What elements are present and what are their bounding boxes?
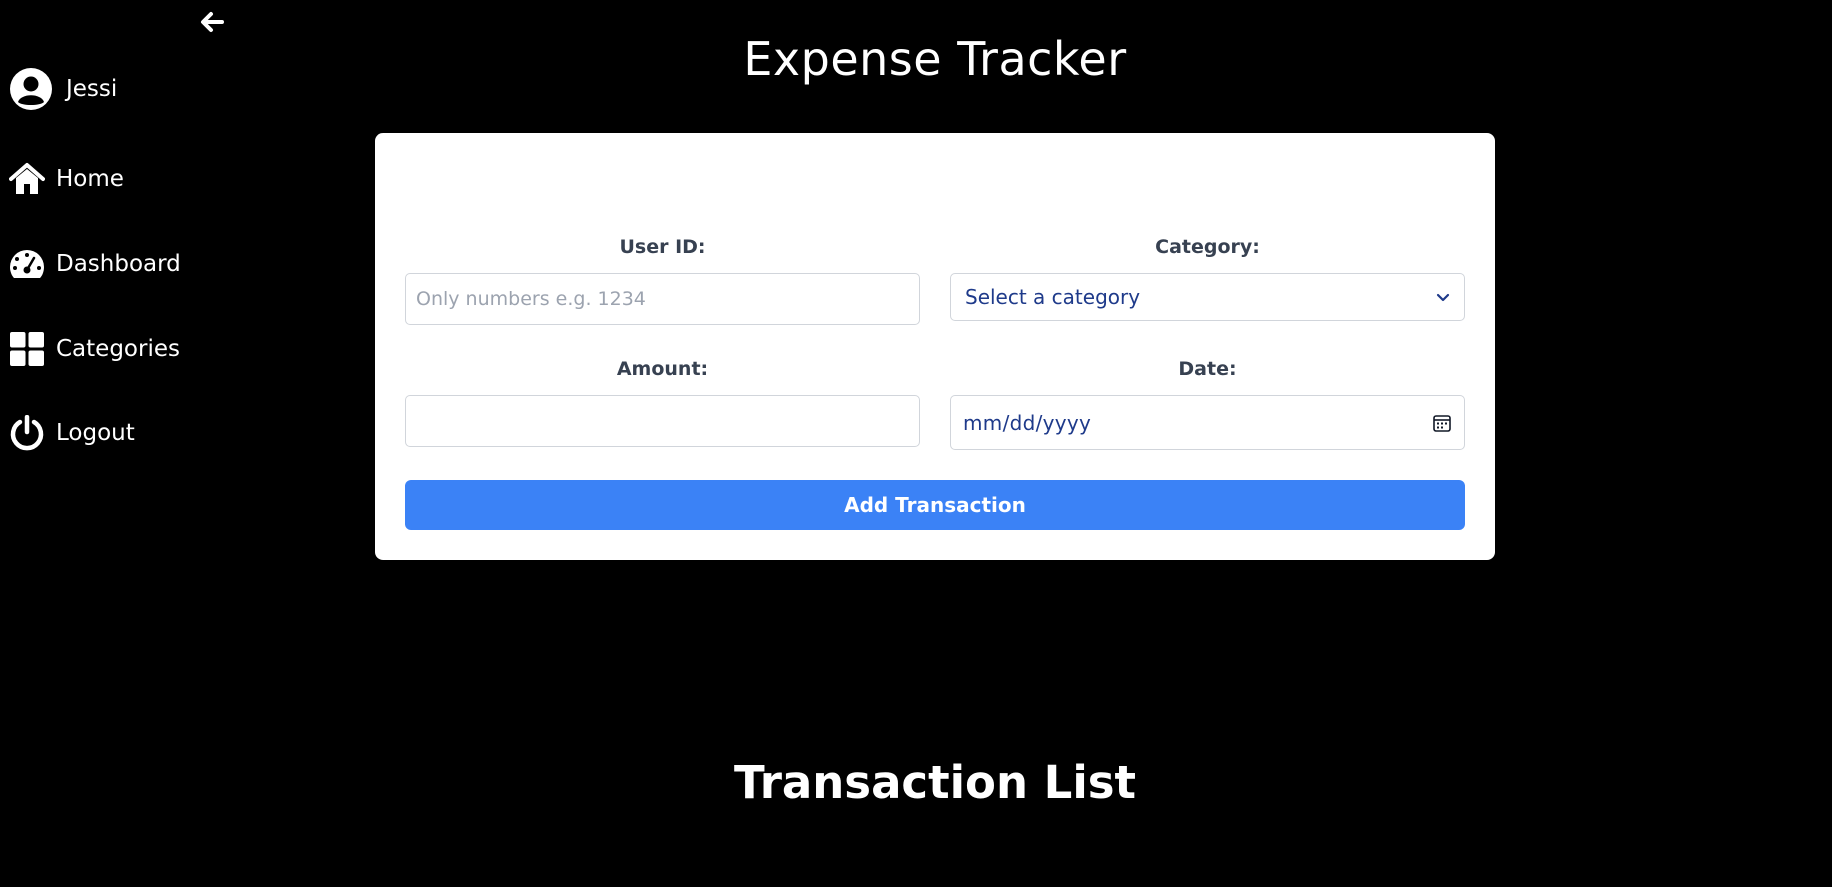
power-icon (8, 414, 46, 452)
page-title: Expense Tracker (743, 32, 1127, 86)
chevron-down-icon (1436, 293, 1450, 302)
sidebar-item-logout[interactable]: Logout (8, 410, 135, 456)
sidebar-item-label: Home (56, 166, 124, 192)
category-label: Category: (1155, 236, 1260, 258)
category-selected-value: Select a category (965, 285, 1141, 309)
calendar-icon[interactable] (1432, 413, 1452, 433)
amount-input[interactable] (405, 395, 920, 447)
user-id-label: User ID: (619, 236, 706, 258)
category-select[interactable]: Select a category (950, 273, 1465, 321)
date-placeholder: mm/dd/yyyy (963, 410, 1092, 435)
transaction-list-title: Transaction List (733, 756, 1137, 809)
sidebar-item-home[interactable]: Home (8, 156, 124, 202)
sidebar-item-label: Dashboard (56, 251, 181, 277)
date-input[interactable]: mm/dd/yyyy (950, 395, 1465, 450)
date-label: Date: (1178, 358, 1237, 380)
grid-icon (8, 330, 46, 368)
user-id-input[interactable] (405, 273, 920, 325)
sidebar-item-categories[interactable]: Categories (8, 326, 180, 372)
sidebar-item-label: Categories (56, 336, 180, 362)
home-icon (8, 160, 46, 198)
speedometer-icon (8, 245, 46, 283)
add-transaction-form: User ID: Category: Select a category Amo… (375, 133, 1495, 560)
sidebar-item-label: Logout (56, 420, 135, 446)
sidebar-item-dashboard[interactable]: Dashboard (8, 241, 181, 287)
amount-label: Amount: (616, 358, 709, 380)
page: Jessi Home Dashboard Categories Logout E… (0, 0, 1832, 887)
sidebar: Jessi Home Dashboard Categories Logout (0, 0, 260, 887)
add-transaction-button[interactable]: Add Transaction (405, 480, 1465, 530)
